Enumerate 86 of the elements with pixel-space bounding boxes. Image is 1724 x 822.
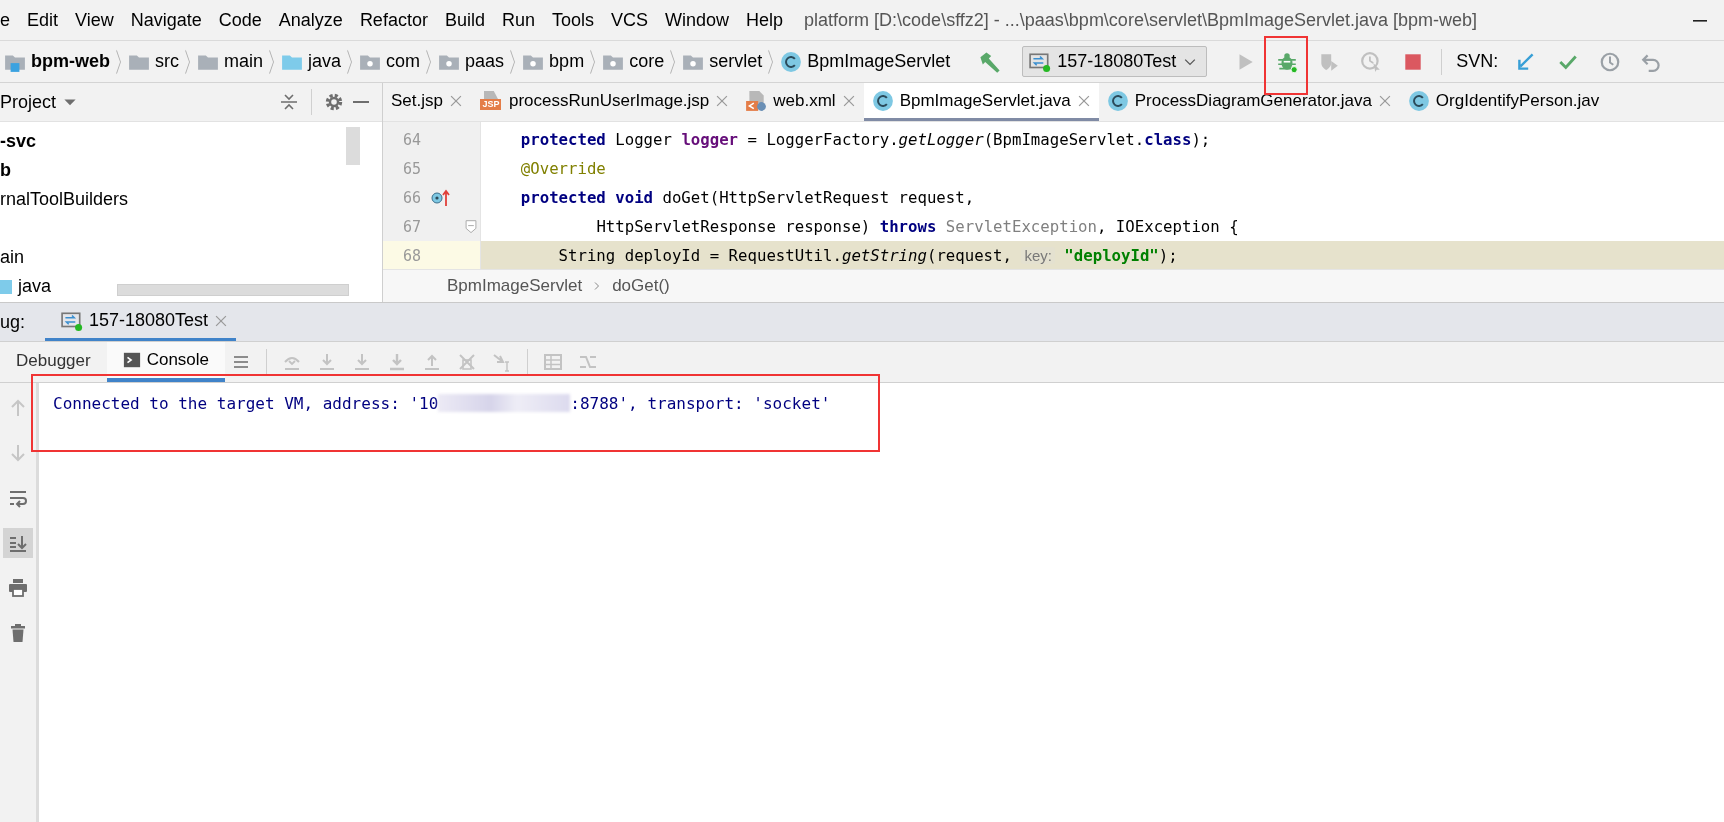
panel-tab[interactable]: Debugger — [0, 342, 107, 382]
run-config-icon — [61, 309, 84, 332]
breadcrumb-item[interactable]: doGet() — [612, 276, 670, 296]
svn-label: SVN: — [1456, 51, 1499, 72]
editor-tab[interactable]: OrgIdentifyPerson.jav — [1399, 83, 1608, 121]
breadcrumb-item[interactable]: com — [359, 50, 421, 73]
arrow-down-icon — [8, 443, 28, 463]
code-line: protected Logger logger = LoggerFactory.getLogger(BpmImageServlet.class); — [519, 129, 1212, 151]
class-icon — [1407, 89, 1430, 112]
editor-tab[interactable]: BpmImageServlet.java — [863, 83, 1099, 121]
breadcrumb-item[interactable]: bpm — [522, 50, 585, 73]
tree-item[interactable]: b — [0, 160, 11, 181]
console-text: :8788', transport: 'socket' — [570, 393, 831, 413]
printer-icon — [8, 578, 28, 598]
scrollbar[interactable] — [346, 127, 360, 165]
breadcrumb-item[interactable]: src — [128, 50, 179, 73]
collapse-icon[interactable] — [279, 92, 299, 112]
chevron-icon — [267, 48, 277, 75]
close-icon[interactable] — [1377, 93, 1392, 108]
fold-icon[interactable] — [463, 219, 478, 234]
breadcrumb-item[interactable]: core — [602, 50, 665, 73]
tree-item[interactable]: java — [18, 276, 52, 297]
menu-item[interactable]: Navigate — [130, 9, 202, 31]
clock-cursor-icon — [1360, 50, 1383, 73]
class-icon — [1106, 89, 1129, 112]
tree-item[interactable]: -svc — [0, 131, 37, 152]
xml-file-icon — [745, 89, 768, 112]
code-line: protected void doGet(HttpServletRequest request, — [519, 187, 976, 209]
trash-icon — [8, 623, 28, 643]
soft-wrap-icon — [8, 488, 28, 508]
line-number: 66 — [401, 188, 421, 207]
console-icon — [122, 351, 141, 369]
run-configuration-dropdown[interactable]: 157-18080Test — [1022, 46, 1208, 77]
line-number: 68 — [401, 246, 421, 265]
line-number: 64 — [401, 130, 421, 149]
menu-item[interactable]: Refactor — [359, 9, 428, 31]
menu-item[interactable]: Help — [746, 9, 784, 31]
console-text: Connected to the target VM, address: '10 — [53, 393, 439, 413]
menu-item[interactable]: Window — [665, 9, 730, 31]
line-number: 65 — [401, 159, 421, 178]
code-line: HttpServletResponse response) throws ServletException, IOException { — [595, 216, 1240, 238]
clock-icon — [1599, 50, 1622, 73]
breadcrumb-item[interactable]: BpmImageServlet — [780, 50, 951, 73]
settings-icon[interactable] — [324, 92, 344, 112]
editor-tab[interactable]: ProcessDiagramGenerator.java — [1098, 83, 1400, 121]
window-title: platform [D:\code\sffz2] - ...\paas\bpm\core\servlet\BpmImageServlet.java [bpm-web] — [804, 9, 1478, 31]
chevron-icon — [183, 48, 193, 75]
scroll-to-end-button[interactable] — [3, 528, 33, 558]
menu-item[interactable]: Analyze — [278, 9, 343, 31]
tree-item[interactable]: rnalToolBuilders — [0, 189, 129, 210]
menu-item[interactable]: Build — [444, 9, 485, 31]
editor-tab[interactable]: Set.jsp — [383, 83, 471, 121]
run-config-icon — [1029, 50, 1052, 73]
code-line: @Override — [519, 158, 607, 180]
bug-icon — [1276, 50, 1299, 73]
override-marker-icon — [430, 187, 452, 208]
line-number: 67 — [401, 217, 421, 236]
tree-item[interactable]: ain — [0, 247, 25, 268]
menu-item[interactable]: e — [0, 9, 10, 31]
panel-tab[interactable]: Console — [106, 342, 226, 382]
class-icon — [871, 89, 894, 112]
menu-item[interactable]: View — [75, 9, 114, 31]
breadcrumb-item[interactable]: BpmImageServlet — [447, 276, 583, 296]
breadcrumb-item[interactable]: servlet — [682, 50, 763, 73]
menu-item[interactable]: Code — [218, 9, 262, 31]
class-icon — [780, 50, 803, 73]
close-icon[interactable] — [1076, 93, 1091, 108]
editor-tab[interactable]: web.xml — [737, 83, 864, 121]
close-icon[interactable] — [715, 93, 730, 108]
panel-title[interactable]: Project — [0, 91, 57, 113]
scrollbar[interactable] — [117, 284, 349, 296]
chevron-icon — [114, 48, 124, 75]
close-icon[interactable] — [841, 93, 856, 108]
panel-title: ug: — [0, 310, 26, 334]
menu-item[interactable]: VCS — [611, 9, 648, 31]
breadcrumb-item[interactable]: java — [281, 50, 342, 73]
close-icon[interactable] — [214, 313, 229, 328]
scroll-to-end-icon — [8, 533, 28, 553]
breadcrumb-item[interactable]: bpm-web — [4, 50, 110, 73]
menu-item[interactable]: Tools — [551, 9, 594, 31]
menu-item[interactable]: Edit — [27, 9, 59, 31]
breadcrumb-item[interactable]: paas — [438, 50, 505, 73]
close-icon[interactable] — [449, 93, 463, 108]
menu-item[interactable]: Run — [501, 9, 535, 31]
breadcrumb-item[interactable]: main — [197, 50, 263, 73]
editor-tab[interactable]: JSP processRunUserImage.jsp — [471, 83, 738, 121]
